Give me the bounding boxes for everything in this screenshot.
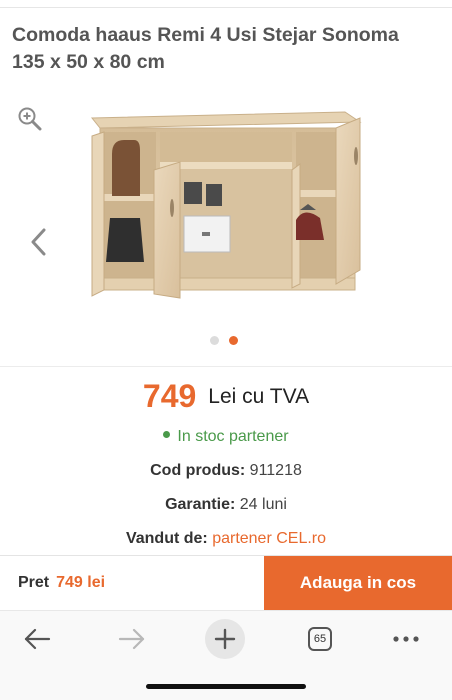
price-currency: Lei cu TVA <box>208 384 310 408</box>
tabs-button[interactable]: 65 <box>300 619 340 659</box>
zoom-in-icon[interactable] <box>17 106 43 132</box>
product-code: Cod produs: 911218 <box>0 462 452 480</box>
plus-icon <box>205 619 245 659</box>
stock-status: In stoc partener <box>0 428 452 446</box>
seller-link[interactable]: partener CEL.ro <box>212 530 326 547</box>
warranty-label: Garantie: <box>165 496 236 513</box>
add-to-cart-button[interactable]: Adauga in cos <box>264 556 452 610</box>
back-arrow-icon[interactable] <box>17 619 57 659</box>
forward-arrow-icon[interactable] <box>112 619 152 659</box>
product-image[interactable] <box>0 98 452 368</box>
stock-text: In stoc partener <box>177 428 289 445</box>
bar-price: Pret 749 lei <box>18 574 105 592</box>
bar-price-value: 749 lei <box>56 574 106 591</box>
price-block: 749 Lei cu TVA <box>0 378 452 415</box>
new-tab-button[interactable] <box>205 619 245 659</box>
gallery-pagination <box>210 336 238 345</box>
sticky-cart-bar: Pret 749 lei Adauga in cos <box>0 555 452 610</box>
seller-label: Vandut de: <box>125 530 208 547</box>
price-value: 749 <box>142 378 197 414</box>
chevron-left-icon[interactable] <box>28 226 50 258</box>
product-code-label: Cod produs: <box>150 462 246 479</box>
product-code-value: 911218 <box>249 462 302 479</box>
seller: Vandut de: partener CEL.ro <box>0 530 452 548</box>
stock-dot-icon <box>163 431 171 439</box>
gallery-dot-1[interactable] <box>210 336 219 345</box>
warranty: Garantie: 24 luni <box>0 496 452 514</box>
tab-count: 65 <box>308 627 332 651</box>
bar-price-label: Pret <box>18 574 50 591</box>
divider <box>0 366 452 367</box>
gallery-dot-2[interactable] <box>229 336 238 345</box>
product-title: Comoda haaus Remi 4 Usi Stejar Sonoma 13… <box>12 24 399 73</box>
warranty-value: 24 luni <box>239 496 287 513</box>
product-gallery[interactable] <box>0 98 452 368</box>
top-divider <box>0 0 452 8</box>
home-indicator[interactable] <box>146 684 306 689</box>
more-menu-icon[interactable] <box>386 619 426 659</box>
